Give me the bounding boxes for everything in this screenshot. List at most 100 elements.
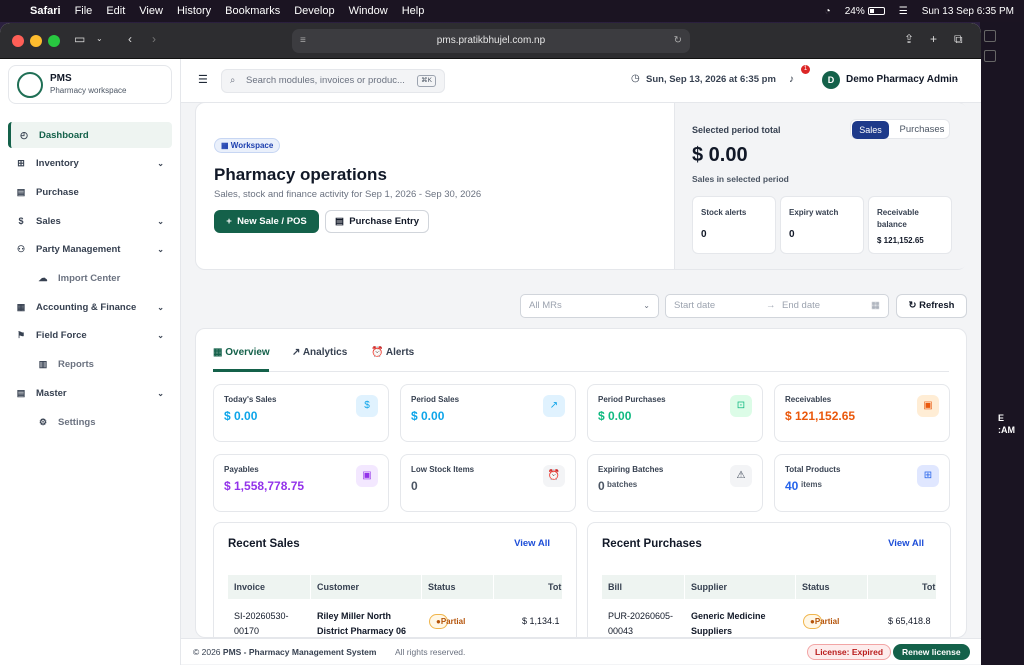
toggle-sales[interactable]: Sales xyxy=(852,121,889,139)
menu-window[interactable]: Window xyxy=(349,5,388,17)
tab-alerts[interactable]: ⏰ Alerts xyxy=(371,347,414,358)
tab-analytics[interactable]: ↗ Analytics xyxy=(292,347,347,358)
master-icon: ▤ xyxy=(16,387,26,398)
chevron-down-icon[interactable]: ⌄ xyxy=(953,74,960,83)
inventory-icon: ⊞ xyxy=(17,158,25,169)
forward-icon[interactable]: › xyxy=(152,32,156,46)
col-divider xyxy=(310,575,311,599)
col-bill[interactable]: Bill xyxy=(608,582,622,592)
toggle-purchases[interactable]: Purchases xyxy=(895,121,949,139)
sidebar-item-label: Dashboard xyxy=(39,129,89,141)
selected-period-label: Selected period total xyxy=(692,125,781,135)
dashboard-icon: ◴ xyxy=(20,129,28,140)
stat-card-period-sales[interactable]: Period Sales $ 0.00 ↗ xyxy=(400,384,576,442)
field-force-icon: ⚑ xyxy=(16,330,26,341)
sidebar-item-field-force[interactable]: ⚑ Field Force ⌄ xyxy=(8,323,172,349)
chevron-down-icon: ⌄ xyxy=(157,302,164,312)
sidebar-toggle-icon[interactable]: ▭ xyxy=(74,32,85,46)
shortcut-badge: ⌘K xyxy=(417,75,436,87)
invoice-id: SI-20260530- 00170 xyxy=(234,611,289,636)
stat-card-today-s-sales[interactable]: Today's Sales $ 0.00 $ xyxy=(213,384,389,442)
back-icon[interactable]: ‹ xyxy=(128,32,132,46)
date-range-input[interactable]: Start date → End date ▦ xyxy=(665,294,889,318)
menu-icon[interactable]: ☰ xyxy=(198,73,208,86)
bell-icon[interactable]: ♪ xyxy=(789,74,794,85)
sidebar-item-reports[interactable]: ▥ Reports xyxy=(18,352,182,378)
menu-file[interactable]: File xyxy=(75,5,93,17)
stock-alerts-card[interactable]: Stock alerts 0 xyxy=(692,196,776,254)
mr-select[interactable]: All MRs ⌄ xyxy=(520,294,659,318)
stat-card-expiring-batches[interactable]: Expiring Batches 0 ⚠ batches xyxy=(587,454,763,512)
table-row[interactable]: SI-20260530- 00170 Riley Miller North Di… xyxy=(228,603,562,637)
renew-license-button[interactable]: Renew license xyxy=(893,644,970,660)
table-row[interactable]: PUR-20260605- 00043 Generic Medicine Sup… xyxy=(602,603,936,637)
menu-bookmarks[interactable]: Bookmarks xyxy=(225,5,280,17)
chevron-down-icon: ⌄ xyxy=(643,301,650,310)
sidebar-item-inventory[interactable]: ⊞ Inventory ⌄ xyxy=(8,151,172,177)
menubar-clock[interactable]: Sun 13 Sep 6:35 PM xyxy=(922,6,1014,17)
sidebar-item-sales[interactable]: $ Sales ⌄ xyxy=(8,208,172,234)
refresh-button[interactable]: ↻ Refresh xyxy=(896,294,967,318)
sidebar-item-import-center[interactable]: ☁ Import Center xyxy=(18,266,182,292)
mini-value: 0 xyxy=(789,229,795,240)
view-all-sales-link[interactable]: View All xyxy=(514,538,550,549)
wifi-icon[interactable]: ◔ xyxy=(825,6,831,17)
menu-develop[interactable]: Develop xyxy=(294,5,334,17)
sidebar-item-dashboard[interactable]: ◴ Dashboard xyxy=(8,122,172,148)
purchases-table-header: Bill Supplier Status Tot xyxy=(602,575,936,599)
mini-label: Expiry watch xyxy=(789,208,839,217)
col-status[interactable]: Status xyxy=(802,582,830,592)
reload-icon[interactable]: ↻ xyxy=(674,29,682,53)
menu-view[interactable]: View xyxy=(139,5,163,17)
zoom-window-button[interactable] xyxy=(48,35,60,47)
search-input[interactable]: ⌕ Search modules, invoices or produc... … xyxy=(221,69,445,93)
col-supplier[interactable]: Supplier xyxy=(691,582,727,592)
col-total[interactable]: Tot xyxy=(548,582,561,592)
new-tab-icon[interactable]: + xyxy=(930,32,937,46)
menu-help[interactable]: Help xyxy=(402,5,425,17)
col-invoice[interactable]: Invoice xyxy=(234,582,265,592)
page-subtitle: Sales, stock and finance activity for Se… xyxy=(214,189,482,200)
battery-status[interactable]: 24% xyxy=(845,6,885,17)
close-window-button[interactable] xyxy=(12,35,24,47)
chart-icon: ↗ xyxy=(543,395,565,417)
view-all-purchases-link[interactable]: View All xyxy=(888,538,924,549)
expiry-watch-card[interactable]: Expiry watch 0 xyxy=(780,196,864,254)
stat-value: $ 121,152.65 xyxy=(785,409,856,423)
purchase-entry-button[interactable]: ▤ Purchase Entry xyxy=(325,210,429,233)
warning-icon: ⚠ xyxy=(730,465,752,487)
share-icon[interactable]: ⇪ xyxy=(904,32,914,46)
address-bar[interactable]: pms.pratikbhujel.com.np ≡ ↻ xyxy=(292,29,690,53)
stat-card-receivables[interactable]: Receivables $ 121,152.65 ▣ xyxy=(774,384,950,442)
sidebar-item-master[interactable]: ▤ Master ⌄ xyxy=(8,380,172,406)
recent-sales-panel: Recent Sales View All Invoice Customer S… xyxy=(213,522,577,637)
sidebar-item-accounting-finance[interactable]: ▦ Accounting & Finance ⌄ xyxy=(8,294,172,320)
col-customer[interactable]: Customer xyxy=(317,582,359,592)
user-name[interactable]: Demo Pharmacy Admin xyxy=(846,74,958,85)
sidebar-item-purchase[interactable]: ▤ Purchase xyxy=(8,179,172,205)
control-center-icon[interactable]: ☰ xyxy=(899,6,908,17)
new-sale-button[interactable]: + New Sale / POS xyxy=(214,210,319,233)
tab-overview-icon[interactable]: ⧉ xyxy=(954,32,963,47)
menu-history[interactable]: History xyxy=(177,5,211,17)
avatar[interactable]: D xyxy=(822,71,840,89)
receivable-balance-card[interactable]: Receivable balance $ 121,152.65 xyxy=(868,196,952,254)
stat-card-total-products[interactable]: Total Products 40 ⊞ items xyxy=(774,454,950,512)
notification-badge: 1 xyxy=(801,65,810,74)
sidebar-item-settings[interactable]: ⚙ Settings xyxy=(18,409,182,435)
recent-sales-title: Recent Sales xyxy=(228,538,300,550)
tab-overview[interactable]: ▦ Overview xyxy=(213,347,270,358)
menu-edit[interactable]: Edit xyxy=(106,5,125,17)
stat-card-payables[interactable]: Payables $ 1,558,778.75 ▣ xyxy=(213,454,389,512)
page-menu-icon[interactable]: ≡ xyxy=(300,29,306,53)
party-icon: ⚇ xyxy=(16,244,26,255)
brand-card[interactable]: PMS Pharmacy workspace xyxy=(8,65,172,104)
stat-card-period-purchases[interactable]: Period Purchases $ 0.00 ⊡ xyxy=(587,384,763,442)
sidebar-item-party-management[interactable]: ⚇ Party Management ⌄ xyxy=(8,237,172,263)
stat-card-low-stock-items[interactable]: Low Stock Items 0 ⏰ xyxy=(400,454,576,512)
col-total[interactable]: Tot xyxy=(922,582,935,592)
minimize-window-button[interactable] xyxy=(30,35,42,47)
chevron-down-icon[interactable]: ⌄ xyxy=(96,34,103,43)
col-status[interactable]: Status xyxy=(428,582,456,592)
menu-app-name[interactable]: Safari xyxy=(30,5,61,17)
